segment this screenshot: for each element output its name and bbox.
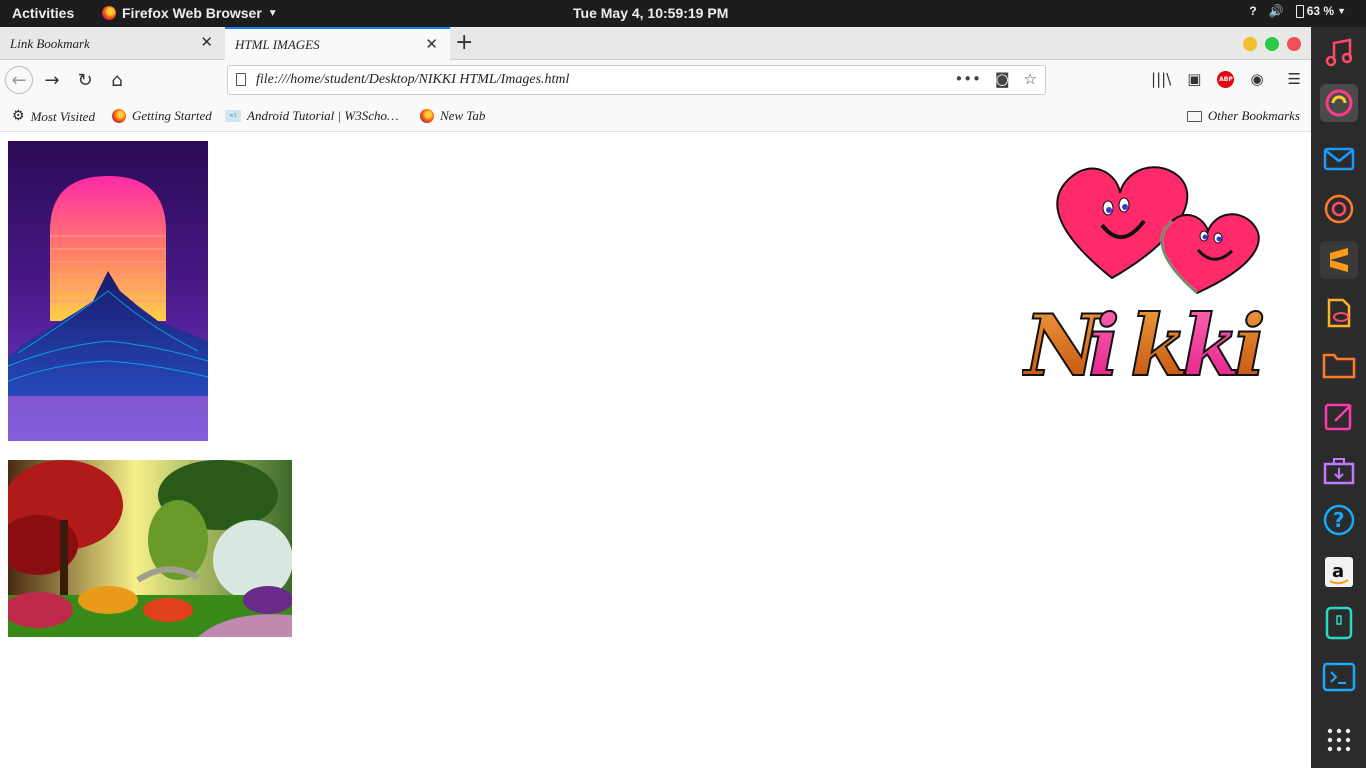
tab-strip: Link Bookmark ✕ HTML IMAGES ✕ +: [0, 27, 1311, 61]
toolbar-right: |||\ ▣ ABP ◉ ☰: [1151, 70, 1301, 88]
system-tray[interactable]: ? 🔊 63 % ▼: [1249, 4, 1346, 18]
bookmark-label: New Tab: [440, 108, 486, 123]
reload-button[interactable]: ↻: [71, 66, 99, 94]
bookmarks-bar: ⚙ Most Visited Getting Started w3 Androi…: [0, 100, 1311, 132]
firefox-icon: [112, 109, 126, 123]
url-bar[interactable]: file:///home/student/Desktop/NIKKI HTML/…: [227, 65, 1046, 95]
bookmark-label: Most Visited: [30, 108, 95, 124]
nikki-hearts-logo: N i k k i: [1020, 153, 1284, 396]
menu-icon[interactable]: ☰: [1288, 70, 1301, 88]
other-bookmarks-label: Other Bookmarks: [1207, 108, 1300, 123]
ubuntu-dock: ? a: [1311, 27, 1366, 768]
tab-title: Link Bookmark: [10, 36, 90, 51]
new-tab-button[interactable]: +: [455, 30, 473, 55]
battery-indicator[interactable]: 63 % ▼: [1295, 4, 1346, 18]
close-tab-icon[interactable]: ✕: [200, 33, 213, 51]
help-icon[interactable]: ?: [1249, 4, 1256, 18]
software-icon[interactable]: [1320, 451, 1358, 489]
document-viewer-icon[interactable]: [1320, 294, 1358, 332]
minimize-button[interactable]: [1243, 37, 1257, 51]
window-controls: [1243, 37, 1301, 51]
tab-title: HTML IMAGES: [235, 37, 320, 52]
page-icon: [236, 73, 246, 86]
bookmark-most-visited[interactable]: ⚙ Most Visited: [12, 108, 95, 125]
adblock-icon[interactable]: ABP: [1217, 70, 1235, 88]
close-window-button[interactable]: [1287, 37, 1301, 51]
music-icon[interactable]: [1320, 33, 1358, 71]
back-button[interactable]: ←: [5, 66, 33, 94]
maximize-button[interactable]: [1265, 37, 1279, 51]
navigation-bar: ← → ↻ ⌂ file:///home/student/Desktop/NIK…: [0, 60, 1311, 100]
clock[interactable]: Tue May 4, 10:59:19 PM: [573, 5, 728, 21]
svg-text:k: k: [1130, 296, 1188, 388]
garden-painting-image: [8, 460, 292, 637]
bookmark-star-icon[interactable]: ☆: [1024, 70, 1037, 88]
aperture-icon[interactable]: [1320, 190, 1358, 228]
library-icon[interactable]: |||\: [1151, 70, 1171, 88]
chevron-down-icon: ▼: [1337, 6, 1346, 16]
chevron-down-icon: ▼: [267, 7, 278, 19]
battery-percent: 63 %: [1306, 4, 1335, 18]
forward-button[interactable]: →: [38, 66, 66, 94]
usb-icon[interactable]: [1320, 604, 1358, 642]
sidebar-icon[interactable]: ▣: [1187, 70, 1201, 88]
bookmark-label: Android Tutorial | W3Scho…: [247, 108, 399, 123]
battery-icon: [1295, 4, 1304, 18]
svg-text:i: i: [1234, 296, 1266, 388]
firefox-icon: [420, 109, 434, 123]
account-icon[interactable]: ◉: [1250, 70, 1263, 88]
firefox-icon: [102, 6, 116, 20]
synthwave-mountain-image: [8, 141, 208, 441]
other-bookmarks[interactable]: Other Bookmarks: [1186, 108, 1300, 124]
activities-button[interactable]: Activities: [12, 5, 74, 21]
gear-icon: ⚙: [12, 109, 25, 124]
folder-icon: [1186, 110, 1202, 122]
firefox-icon[interactable]: [1320, 84, 1358, 122]
tab-link-bookmark[interactable]: Link Bookmark ✕: [0, 27, 225, 60]
svg-text:?: ?: [1333, 508, 1345, 532]
page-content: N i k k i: [0, 133, 1311, 768]
bookmark-getting-started[interactable]: Getting Started: [112, 108, 212, 124]
page-actions-icon[interactable]: •••: [954, 70, 981, 88]
help-icon[interactable]: ?: [1320, 501, 1358, 539]
gnome-top-bar: Activities Firefox Web Browser ▼ Tue May…: [0, 0, 1366, 27]
bookmark-android-tutorial[interactable]: w3 Android Tutorial | W3Scho…: [225, 108, 399, 124]
app-menu-label: Firefox Web Browser: [122, 5, 262, 21]
svg-text:i: i: [1088, 296, 1120, 388]
w3schools-icon: w3: [225, 110, 241, 122]
amazon-icon[interactable]: a: [1320, 553, 1358, 591]
svg-text:k: k: [1182, 296, 1240, 388]
apps-grid-icon[interactable]: [1320, 721, 1358, 759]
app-menu[interactable]: Firefox Web Browser ▼: [102, 5, 278, 21]
files-icon[interactable]: [1320, 346, 1358, 384]
volume-icon[interactable]: 🔊: [1269, 4, 1284, 18]
home-button[interactable]: ⌂: [103, 66, 131, 94]
bookmark-label: Getting Started: [132, 108, 212, 123]
bookmark-new-tab[interactable]: New Tab: [420, 108, 485, 124]
sublime-icon[interactable]: [1320, 241, 1358, 279]
url-text[interactable]: file:///home/student/Desktop/NIKKI HTML/…: [256, 72, 569, 88]
close-tab-icon[interactable]: ✕: [425, 35, 438, 53]
text-editor-icon[interactable]: [1320, 397, 1358, 435]
tab-html-images[interactable]: HTML IMAGES ✕: [225, 27, 450, 61]
svg-text:a: a: [1332, 561, 1344, 582]
pocket-icon[interactable]: ◙: [995, 70, 1010, 88]
terminal-icon[interactable]: [1320, 658, 1358, 696]
mail-icon[interactable]: [1320, 140, 1358, 178]
